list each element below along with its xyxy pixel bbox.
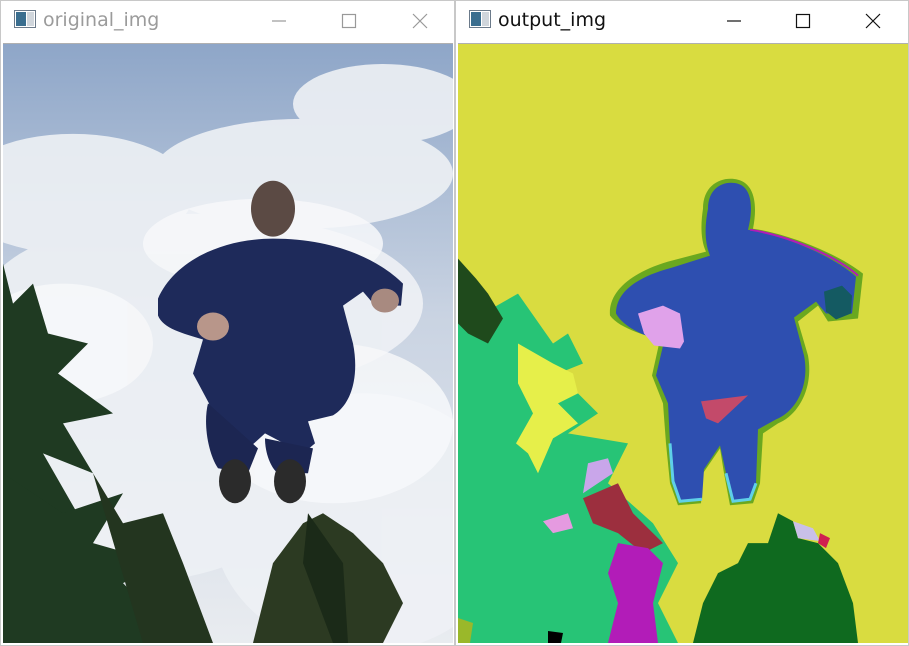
minimize-button[interactable]	[711, 1, 757, 41]
window-title: original_img	[43, 9, 160, 31]
maximize-button[interactable]	[326, 1, 372, 41]
maximize-icon	[341, 13, 357, 29]
close-button[interactable]	[397, 1, 443, 41]
close-icon	[412, 13, 428, 29]
output-img-titlebar[interactable]: output_img	[456, 1, 908, 41]
window-title: output_img	[498, 9, 607, 31]
close-button[interactable]	[850, 1, 896, 41]
segmentation-map	[458, 44, 908, 643]
minimize-icon	[727, 20, 741, 22]
segment-black-patch	[548, 631, 563, 643]
minimize-icon	[272, 20, 286, 22]
original-img-window[interactable]: original_img	[0, 0, 455, 646]
original-photo	[3, 44, 453, 643]
original-img-titlebar[interactable]: original_img	[1, 1, 454, 41]
window-app-icon	[469, 10, 491, 28]
maximize-icon	[795, 13, 811, 29]
output-image-canvas	[458, 43, 908, 643]
minimize-button[interactable]	[256, 1, 302, 41]
output-img-window[interactable]: output_img	[455, 0, 909, 646]
original-image-canvas	[3, 43, 453, 643]
close-icon	[865, 13, 881, 29]
maximize-button[interactable]	[780, 1, 826, 41]
segment-magenta	[608, 543, 663, 643]
window-app-icon	[14, 10, 36, 28]
